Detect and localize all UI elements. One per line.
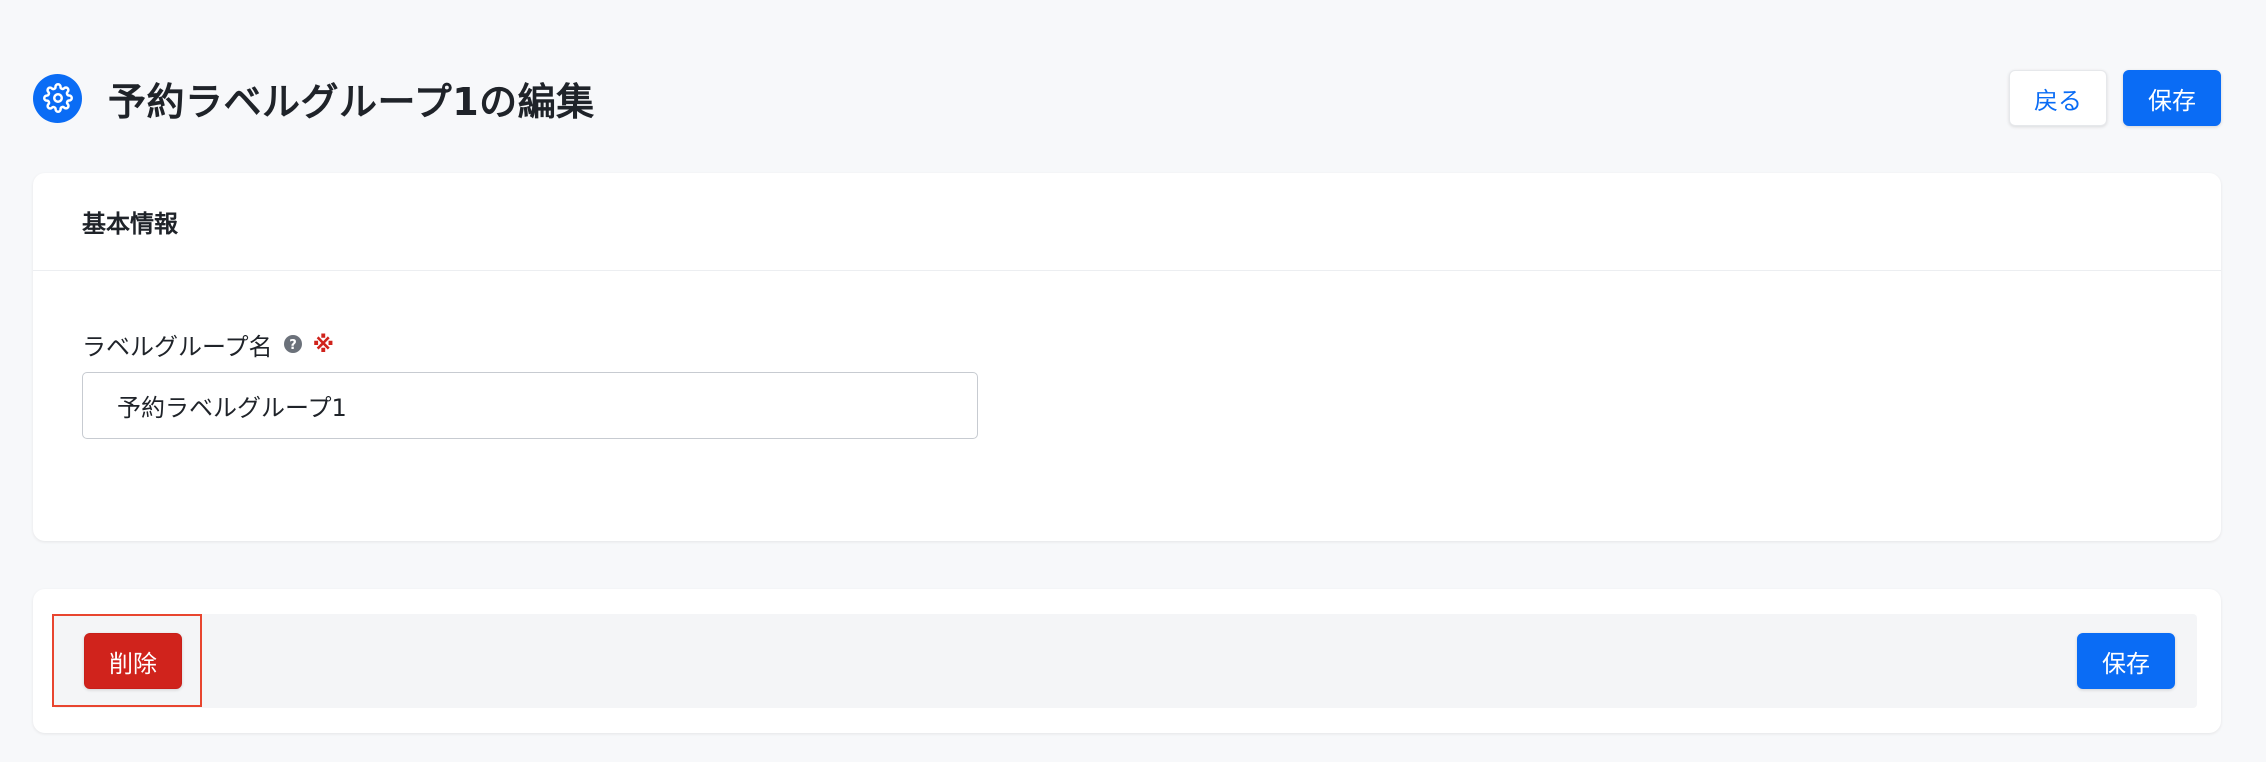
group-name-label-row: ラベルグループ名 ? ※ [82,328,2172,361]
title-wrap: 予約ラベルグループ1の編集 [33,71,595,126]
basic-info-card: 基本情報 ラベルグループ名 ? ※ [33,173,2221,541]
question-circle-icon[interactable]: ? [283,334,303,354]
page: 予約ラベルグループ1の編集 戻る 保存 基本情報 ラベルグループ名 ? ※ 予約… [0,0,2266,762]
footer-save-button[interactable]: 保存 [2077,633,2175,689]
required-mark: ※ [312,333,334,358]
group-name-input[interactable] [82,372,978,439]
header-actions: 戻る 保存 [2009,70,2221,126]
group-name-label: ラベルグループ名 [82,332,273,361]
svg-text:?: ? [289,338,297,353]
gear-icon [33,73,82,123]
actions-card: 削除 保存 [33,589,2221,733]
delete-button[interactable]: 削除 [84,633,182,689]
basic-info-card-body: ラベルグループ名 ? ※ [33,271,2221,439]
page-header: 予約ラベルグループ1の編集 戻る 保存 [33,68,2221,128]
basic-info-card-header: 基本情報 [33,173,2221,271]
page-title: 予約ラベルグループ1の編集 [108,79,595,124]
back-button[interactable]: 戻る [2009,70,2107,126]
basic-info-title: 基本情報 [82,210,178,238]
header-save-button[interactable]: 保存 [2123,70,2221,126]
actions-bar: 削除 保存 [53,614,2197,708]
